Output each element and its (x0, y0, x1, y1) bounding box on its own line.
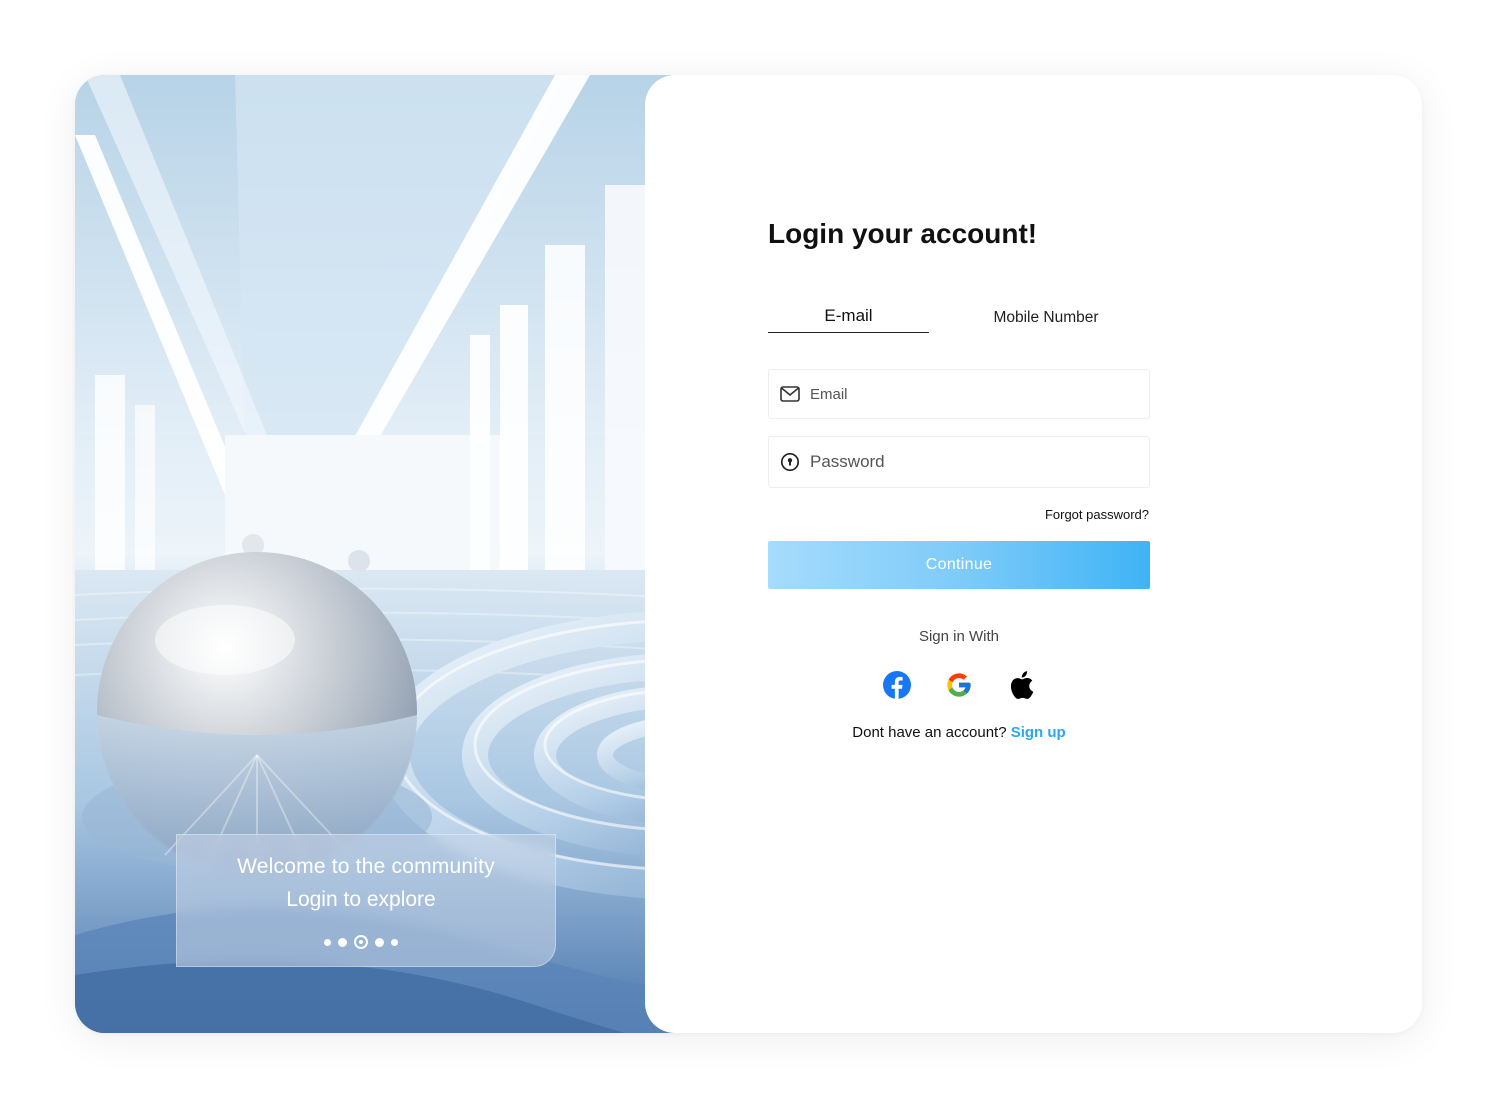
forgot-password-link[interactable]: Forgot password? (1000, 507, 1149, 522)
signup-prompt-text: Dont have an account? (852, 724, 1007, 741)
carousel-dot-4[interactable] (375, 937, 384, 947)
keyhole-icon (779, 451, 801, 473)
carousel-indicator (177, 934, 555, 950)
carousel-dot-2[interactable] (338, 937, 347, 947)
password-field[interactable] (768, 436, 1150, 488)
mail-icon (779, 383, 801, 405)
carousel-dot-3-active[interactable] (354, 935, 368, 949)
email-field[interactable] (768, 369, 1150, 419)
continue-button[interactable]: Continue (768, 541, 1150, 589)
welcome-title: Welcome to the community (237, 855, 495, 878)
carousel-dot-1[interactable] (324, 938, 331, 946)
page-title: Login your account! (768, 218, 1038, 249)
signup-prompt: Dont have an account? Sign up (768, 724, 1150, 741)
tab-email[interactable]: E-mail (768, 306, 929, 333)
hero-image: Welcome to the community Login to explor… (75, 75, 715, 1033)
welcome-card: Welcome to the community Login to explor… (176, 834, 556, 967)
tab-mobile-number[interactable]: Mobile Number (960, 309, 1132, 333)
apple-icon[interactable] (1006, 670, 1036, 700)
sign-in-with-label: Sign in With (918, 628, 1000, 645)
google-icon[interactable] (944, 670, 974, 700)
welcome-subtitle: Login to explore (286, 888, 436, 911)
signup-link[interactable]: Sign up (1011, 724, 1066, 741)
password-input[interactable] (810, 437, 1149, 487)
carousel-dot-5[interactable] (391, 938, 398, 946)
email-input[interactable] (810, 370, 1149, 418)
facebook-icon[interactable] (882, 670, 912, 700)
login-card: Welcome to the community Login to explor… (75, 75, 1422, 1033)
